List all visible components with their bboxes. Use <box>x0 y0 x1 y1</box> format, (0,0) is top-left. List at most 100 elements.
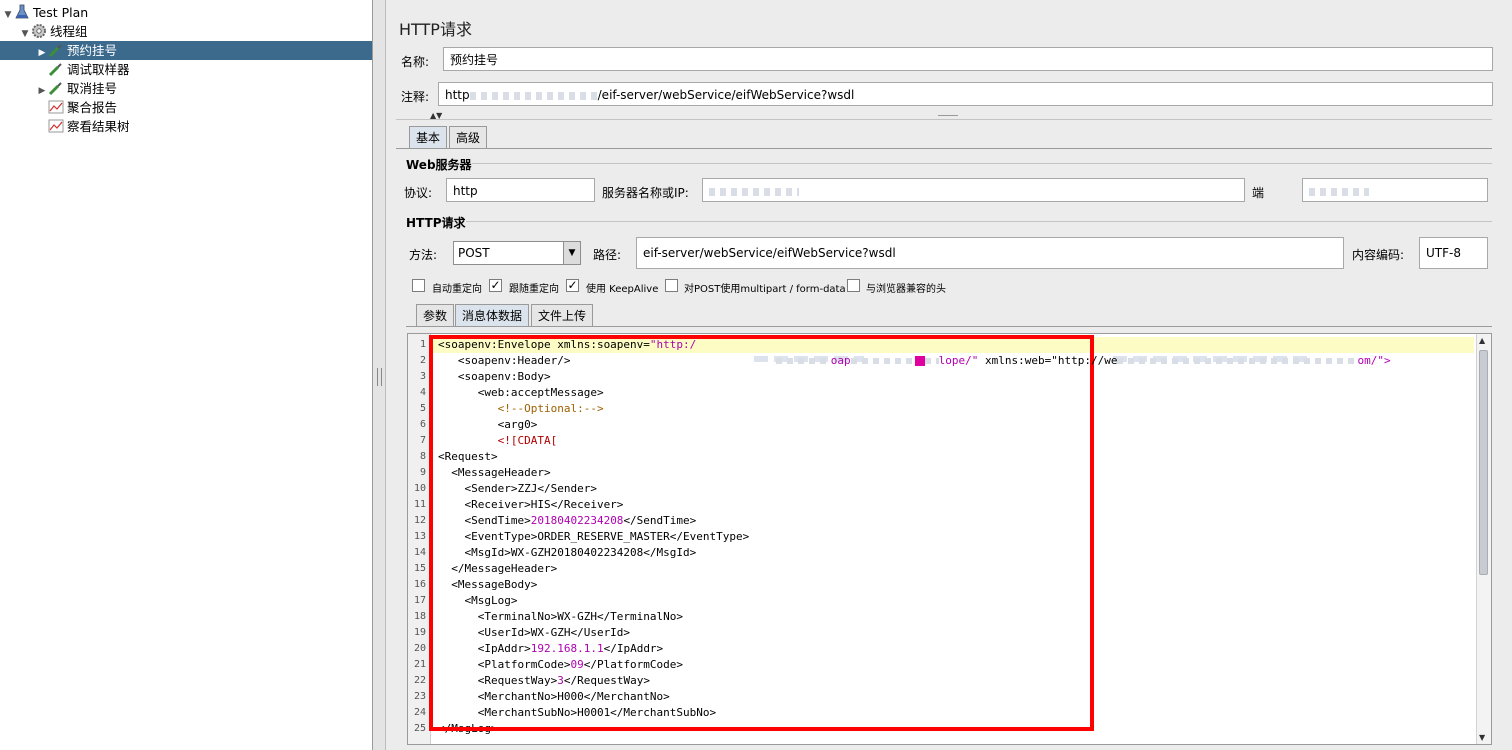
tree-item-label: 察看结果树 <box>67 119 130 134</box>
scrollbar-thumb[interactable] <box>1479 350 1488 575</box>
line-number: 24 <box>413 707 426 718</box>
tab-file-upload[interactable]: 文件上传 <box>531 304 594 326</box>
tab-basic[interactable]: 基本 <box>409 126 448 148</box>
redacted-url <box>924 358 939 364</box>
line-number: 19 <box>413 627 426 638</box>
chevron-down-icon[interactable]: ▼ <box>563 242 580 264</box>
line-number: 1 <box>419 339 426 350</box>
code-fragment-text: om/"> <box>1357 354 1391 367</box>
splitter-grip[interactable] <box>377 368 382 386</box>
code-line: </MsgLog> <box>438 722 498 735</box>
http-request-section-title: HTTP请求 <box>406 216 466 230</box>
keepalive-checkbox[interactable]: ✓ <box>566 279 579 292</box>
section-divider <box>472 163 1492 164</box>
line-number: 9 <box>419 467 426 478</box>
gear-icon <box>31 23 47 39</box>
protocol-label: 协议: <box>404 186 433 200</box>
code-line: <RequestWay>3</RequestWay> <box>438 674 650 687</box>
scroll-down-icon[interactable]: ▼ <box>1479 733 1485 742</box>
chart-icon <box>48 99 64 115</box>
scroll-up-icon[interactable]: ▲ <box>1479 336 1485 345</box>
code-line: <MessageHeader> <box>438 466 551 479</box>
encoding-label: 内容编码: <box>1352 248 1405 262</box>
tab-advanced[interactable]: 高级 <box>449 126 488 148</box>
line-number: 7 <box>419 435 426 446</box>
code-line: <Sender>ZZJ</Sender> <box>438 482 597 495</box>
flask-icon <box>14 4 30 20</box>
code-line: <MerchantSubNo>H0001</MerchantSubNo> <box>438 706 717 719</box>
line-number: 23 <box>413 691 426 702</box>
tab-parameters[interactable]: 参数 <box>416 304 455 326</box>
method-value: POST <box>458 246 490 260</box>
path-label: 路径: <box>593 248 622 262</box>
tab-body-data[interactable]: 消息体数据 <box>455 304 530 326</box>
comment-input[interactable]: http/eif-server/webService/eifWebService… <box>438 82 1493 106</box>
pipette-icon <box>48 80 64 96</box>
code-line: <MerchantNo>H000</MerchantNo> <box>438 690 670 703</box>
chart-icon <box>48 118 64 134</box>
line-number: 20 <box>413 643 426 654</box>
auto-redirect-checkbox[interactable] <box>412 279 425 292</box>
code-line: <arg0> <box>438 418 538 431</box>
line-number: 21 <box>413 659 426 670</box>
code-line: </MessageHeader> <box>438 562 558 575</box>
redacted-marker <box>914 356 925 366</box>
http-request-panel: HTTP请求 名称: 预约挂号 注释: http/eif-server/webS… <box>386 0 1512 750</box>
line-number: 12 <box>413 515 426 526</box>
editor-vertical-scrollbar[interactable]: ▲ ▼ <box>1476 334 1491 744</box>
tab-strip-line <box>396 148 1492 149</box>
redacted-url <box>775 358 831 364</box>
divider <box>396 119 1492 120</box>
path-input[interactable]: eif-server/webService/eifWebService?wsdl <box>636 237 1344 269</box>
code-line: <TerminalNo>WX-GZH</TerminalNo> <box>438 610 684 623</box>
name-label: 名称: <box>401 55 430 69</box>
line-number: 10 <box>413 483 426 494</box>
multipart-label: 对POST使用multipart / form-data <box>684 284 846 295</box>
follow-redirect-checkbox[interactable]: ✓ <box>489 279 502 292</box>
browser-headers-label: 与浏览器兼容的头 <box>866 284 946 295</box>
code-line: <MsgId>WX-GZH20180402234208</MsgId> <box>438 546 697 559</box>
expand-toggle-icon[interactable]: ▼ <box>2 6 14 25</box>
code-line: <soapenv:Header/> <box>438 354 571 367</box>
split-pane-divider[interactable] <box>373 0 386 750</box>
code-fragment-text: lope/" <box>938 354 979 367</box>
comment-suffix: /eif-server/webService/eifWebService?wsd… <box>597 88 855 102</box>
server-name-input[interactable] <box>702 178 1245 202</box>
redacted-host <box>469 91 598 100</box>
code-fragment: oap lope/" xmlns:web="http://we om/"> <box>736 337 1391 367</box>
line-number: 3 <box>419 371 426 382</box>
port-input[interactable] <box>1302 178 1488 202</box>
test-plan-tree[interactable]: ▼ Test Plan ▼ 线程组 ▶ 预约挂号 调试取样器 ▶ 取消挂号 聚合报告 察看结果树 <box>0 0 373 750</box>
tree-item-label: Test Plan <box>33 5 89 20</box>
code-line: <soapenv:Body> <box>438 370 551 383</box>
line-number: 22 <box>413 675 426 686</box>
line-number: 8 <box>419 451 426 462</box>
pipette-icon <box>48 42 64 58</box>
protocol-input[interactable]: http <box>446 178 595 202</box>
port-label: 端 <box>1252 186 1265 200</box>
code-line: <soapenv:Envelope xmlns:soapenv="http:/ <box>438 338 697 351</box>
encoding-input[interactable]: UTF-8 <box>1419 237 1488 269</box>
tree-item[interactable]: ▶ 预约挂号 <box>0 41 372 60</box>
method-label: 方法: <box>409 248 438 262</box>
code-fragment-text: xmlns:web="http://we <box>978 354 1118 367</box>
tab-strip-line <box>406 326 1492 327</box>
code-line: <EventType>ORDER_RESERVE_MASTER</EventTy… <box>438 530 750 543</box>
follow-redirect-label: 跟随重定向 <box>509 284 559 295</box>
line-number: 15 <box>413 563 426 574</box>
multipart-checkbox[interactable] <box>665 279 678 292</box>
redacted-port <box>1309 187 1369 196</box>
section-divider <box>466 221 1492 222</box>
browser-headers-checkbox[interactable] <box>847 279 860 292</box>
line-number: 16 <box>413 579 426 590</box>
redacted-url <box>1117 358 1358 364</box>
panel-title: HTTP请求 <box>399 20 472 39</box>
name-input[interactable]: 预约挂号 <box>443 47 1493 71</box>
method-select[interactable]: POST ▼ <box>453 241 581 265</box>
line-number: 4 <box>419 387 426 398</box>
body-data-editor[interactable]: 1 2 3 4 5 6 7 8 9 10 11 12 13 14 15 16 17 18 19 20 21 22 23 24 2… <box>407 333 1492 745</box>
keepalive-label: 使用 KeepAlive <box>586 284 659 295</box>
code-line: <UserId>WX-GZH</UserId> <box>438 626 631 639</box>
code-fragment-text: oap <box>830 354 851 367</box>
comment-label: 注释: <box>401 90 430 104</box>
